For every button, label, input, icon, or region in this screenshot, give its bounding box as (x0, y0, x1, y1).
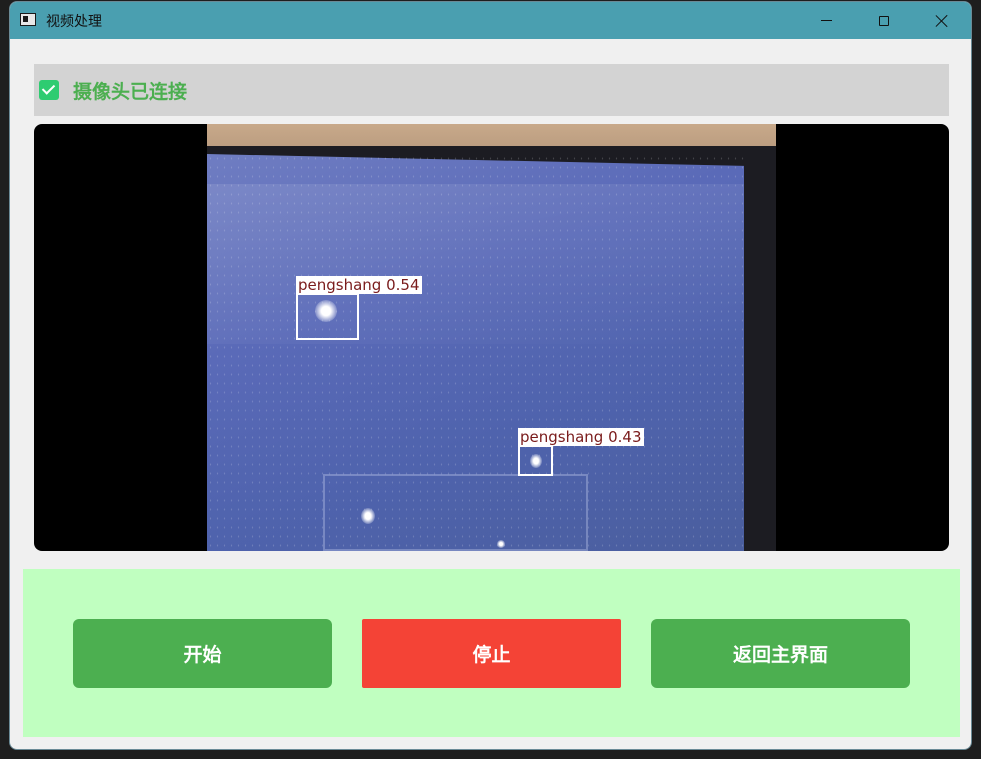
video-display: pengshang 0.54 pengshang 0.43 (34, 124, 949, 551)
stop-button[interactable]: 停止 (362, 619, 621, 688)
maximize-icon (879, 15, 889, 26)
minimize-button[interactable] (797, 2, 855, 39)
detection-label: pengshang 0.43 (518, 428, 644, 446)
checkbox-checked-icon[interactable] (39, 80, 59, 100)
window-title: 视频处理 (46, 14, 102, 30)
detection-label: pengshang 0.54 (296, 276, 422, 294)
defect-spot (361, 508, 375, 524)
start-button[interactable]: 开始 (73, 619, 332, 688)
detection-box (296, 293, 359, 340)
camera-status-bar: 摄像头已连接 (34, 64, 949, 116)
close-button[interactable] (913, 2, 971, 39)
camera-feed: pengshang 0.54 pengshang 0.43 (207, 124, 776, 551)
app-window-icon (20, 13, 36, 26)
back-to-main-button[interactable]: 返回主界面 (651, 619, 910, 688)
maximize-button[interactable] (855, 2, 913, 39)
camera-status-text: 摄像头已连接 (73, 81, 188, 103)
defect-spot (497, 540, 505, 548)
control-panel: 开始 停止 返回主界面 (23, 569, 960, 737)
minimize-icon (820, 20, 832, 21)
title-bar[interactable]: 视频处理 (10, 2, 971, 39)
detection-box (518, 445, 553, 476)
app-window: 视频处理 摄像头已连接 pengshang 0.54 pengshang 0.4… (9, 1, 972, 750)
close-icon (935, 14, 949, 28)
